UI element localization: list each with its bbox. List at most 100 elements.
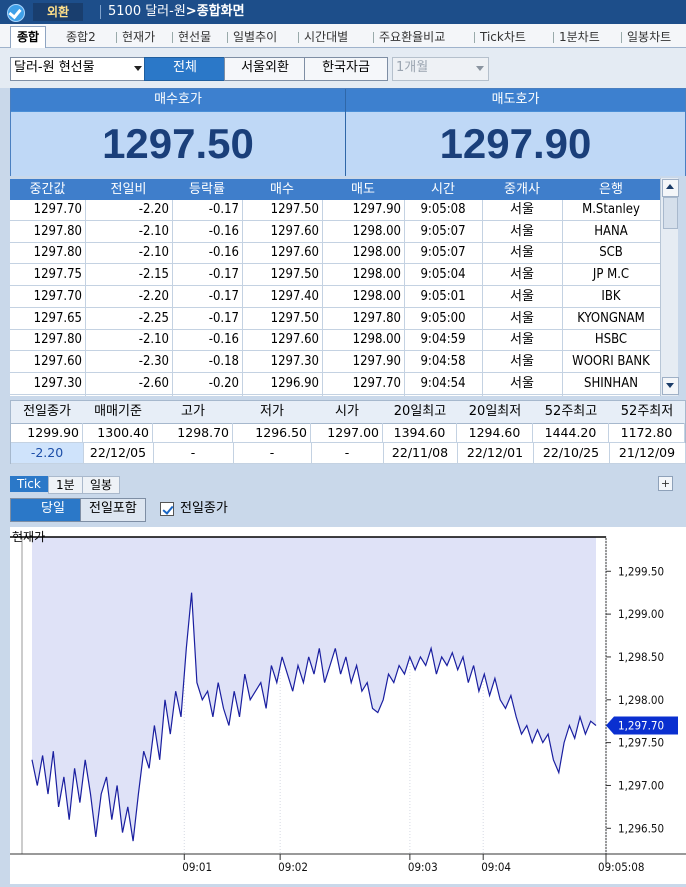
cell-bank: M.Stanley <box>582 202 640 217</box>
tab-fx-compare[interactable]: 주요환율비교 <box>379 28 445 46</box>
cell-change: -2.10 <box>138 223 169 239</box>
tab-1min-chart[interactable]: 1분차트 <box>559 28 600 46</box>
col-header-mid: 중간값 <box>10 179 85 200</box>
filter-seoul-fx-button[interactable]: 서울외환 <box>224 57 306 81</box>
cell-time: 9:05:07 <box>420 223 466 239</box>
table-row[interactable]: 1297.80 -2.10 -0.16 1297.60 1298.00 9:05:07 서울… <box>10 243 660 265</box>
expand-chart-button[interactable]: + <box>658 476 673 491</box>
app-logo-icon <box>7 4 25 22</box>
table-row[interactable]: 1297.70 -2.20 -0.17 1297.50 1297.90 9:05:08 서울… <box>10 200 660 221</box>
table-row[interactable]: 1297.60 -2.30 -0.18 1297.30 1297.90 9:04:58 서울… <box>10 352 660 373</box>
filter-kmb-button[interactable]: 한국자금 <box>304 57 388 81</box>
y-tick-label: 1,299.50 <box>618 564 664 578</box>
cell-mid: 1297.60 <box>33 353 82 369</box>
bid-price: 1297.50 <box>11 112 345 176</box>
chevron-down-icon <box>134 66 142 71</box>
chart-tab-tick[interactable]: Tick <box>10 476 48 492</box>
y-tick-label: 1,297.50 <box>618 736 664 750</box>
prev-close-label: 전일종가 <box>180 501 228 516</box>
table-row[interactable]: 1297.80 -2.10 -0.16 1297.60 1298.00 9:04:59 서울… <box>10 330 660 352</box>
chevron-down-icon <box>476 66 484 71</box>
summary-table: 전일종가 1299.90 -2.20 매매기준 1300.40 22/12/05 고가 129… <box>10 400 686 464</box>
cell-time: 9:05:00 <box>420 310 466 326</box>
cell-bid: 1297.60 <box>270 223 319 239</box>
cell-bid: 1296.90 <box>270 375 319 391</box>
cell-change: -2.20 <box>138 202 169 217</box>
cell-change: -2.30 <box>138 353 169 369</box>
period-value: 1개월 <box>396 60 429 75</box>
tab-daily-chart[interactable]: 일봉차트 <box>627 28 671 46</box>
summary-value-20d-high: 1394.60 <box>383 423 457 443</box>
cell-change-rate: -0.17 <box>208 310 239 326</box>
summary-sub-52w-low: 21/12/09 <box>609 443 686 464</box>
cell-mid: 1297.70 <box>33 202 82 217</box>
market-badge: 외환 <box>33 3 84 21</box>
cell-change: -2.60 <box>138 375 169 391</box>
table-scrollbar[interactable] <box>660 178 679 396</box>
x-tick-label: 09:02 <box>278 860 308 874</box>
chart-tab-1min[interactable]: 1분 <box>48 476 83 494</box>
summary-value-20d-low: 1294.60 <box>457 423 533 443</box>
include-prev-button[interactable]: 전일포함 <box>80 498 146 522</box>
instrument-dropdown[interactable]: 달러-원 현선물 <box>10 57 147 81</box>
chart-title: 현재가 <box>12 530 45 544</box>
cell-ask: 1298.00 <box>352 267 401 283</box>
cell-change-rate: -0.16 <box>208 332 239 348</box>
cell-change: -2.15 <box>138 267 169 283</box>
table-row[interactable]: 1297.80 -2.10 -0.16 1297.60 1298.00 9:05:07 서울… <box>10 222 660 243</box>
table-row[interactable]: 1297.30 -2.60 -0.20 1296.90 1297.70 9:04:54 서울… <box>10 374 660 395</box>
screen-number: 5100 달러-원 <box>108 4 186 19</box>
cell-time: 9:05:08 <box>420 202 466 217</box>
table-row[interactable]: 1297.70 -2.20 -0.17 1297.40 1298.00 9:05:01 서울… <box>10 287 660 308</box>
cell-ask: 1297.80 <box>352 310 401 326</box>
summary-header-20d-low: 20일최저 <box>457 401 534 424</box>
y-tick-label: 1,297.00 <box>618 778 664 792</box>
prev-close-checkbox[interactable] <box>160 502 174 516</box>
cell-broker: 서울 <box>510 223 534 239</box>
summary-header-high: 고가 <box>153 401 234 424</box>
cell-change: -2.10 <box>138 332 169 348</box>
y-tick-label: 1,296.50 <box>618 821 664 835</box>
ask-price: 1297.90 <box>346 112 685 176</box>
x-tick-label: 09:04 <box>481 860 511 874</box>
table-row[interactable]: 1297.75 -2.15 -0.17 1297.50 1298.00 9:05:04 서울… <box>10 265 660 287</box>
summary-sub-open: - <box>311 443 384 464</box>
cell-mid: 1297.80 <box>33 332 82 348</box>
col-header-bank: 은행 <box>562 179 660 200</box>
summary-header-52w-high: 52주최고 <box>533 401 610 424</box>
cell-mid: 1297.75 <box>33 267 82 283</box>
cell-broker: 서울 <box>510 375 534 391</box>
tab-tick-chart[interactable]: Tick차트 <box>480 28 526 46</box>
tab-by-time[interactable]: 시간대별 <box>304 28 348 46</box>
chart-tab-daily[interactable]: 일봉 <box>82 476 121 494</box>
tab-spot-futures[interactable]: 현선물 <box>178 28 211 46</box>
tab-daily-trend[interactable]: 일별추이 <box>233 28 277 46</box>
scroll-thumb[interactable] <box>663 197 678 229</box>
summary-sub-52w-high: 22/10/25 <box>533 443 610 464</box>
period-dropdown[interactable]: 1개월 <box>392 57 489 81</box>
cell-time: 9:05:01 <box>420 288 466 304</box>
scroll-up-icon[interactable] <box>662 179 679 197</box>
cell-mid: 1297.65 <box>33 310 82 326</box>
tab-summary2[interactable]: 종합2 <box>66 28 96 46</box>
cell-time: 9:04:54 <box>420 375 466 391</box>
tab-current-price[interactable]: 현재가 <box>122 28 155 46</box>
cell-bank: JP M.C <box>592 267 630 283</box>
summary-sub-low: - <box>233 443 312 464</box>
tab-summary[interactable]: 종합 <box>10 26 47 49</box>
summary-value-high: 1298.70 <box>153 423 233 443</box>
price-chart: 1,299.50 1,299.00 1,298.50 1,298.00 1,297.50… <box>10 527 686 884</box>
summary-sub-prev-close: -2.20 <box>11 443 84 464</box>
cell-time: 9:04:59 <box>420 332 466 348</box>
cell-ask: 1298.00 <box>352 288 401 304</box>
table-row[interactable]: 1297.65 -2.25 -0.17 1297.50 1297.80 9:05:00 서울… <box>10 309 660 330</box>
ask-label: 매도호가 <box>346 89 685 111</box>
col-header-broker: 중개사 <box>482 179 562 200</box>
summary-value-open: 1297.00 <box>311 423 383 443</box>
cell-broker: 서울 <box>510 288 534 304</box>
cell-time: 9:04:58 <box>420 353 466 369</box>
filter-all-button[interactable]: 전체 <box>144 57 226 81</box>
scroll-down-icon[interactable] <box>662 377 679 395</box>
cell-change: -2.25 <box>138 310 169 326</box>
chart-svg: 1,299.50 1,299.00 1,298.50 1,298.00 1,297.50… <box>10 530 686 874</box>
